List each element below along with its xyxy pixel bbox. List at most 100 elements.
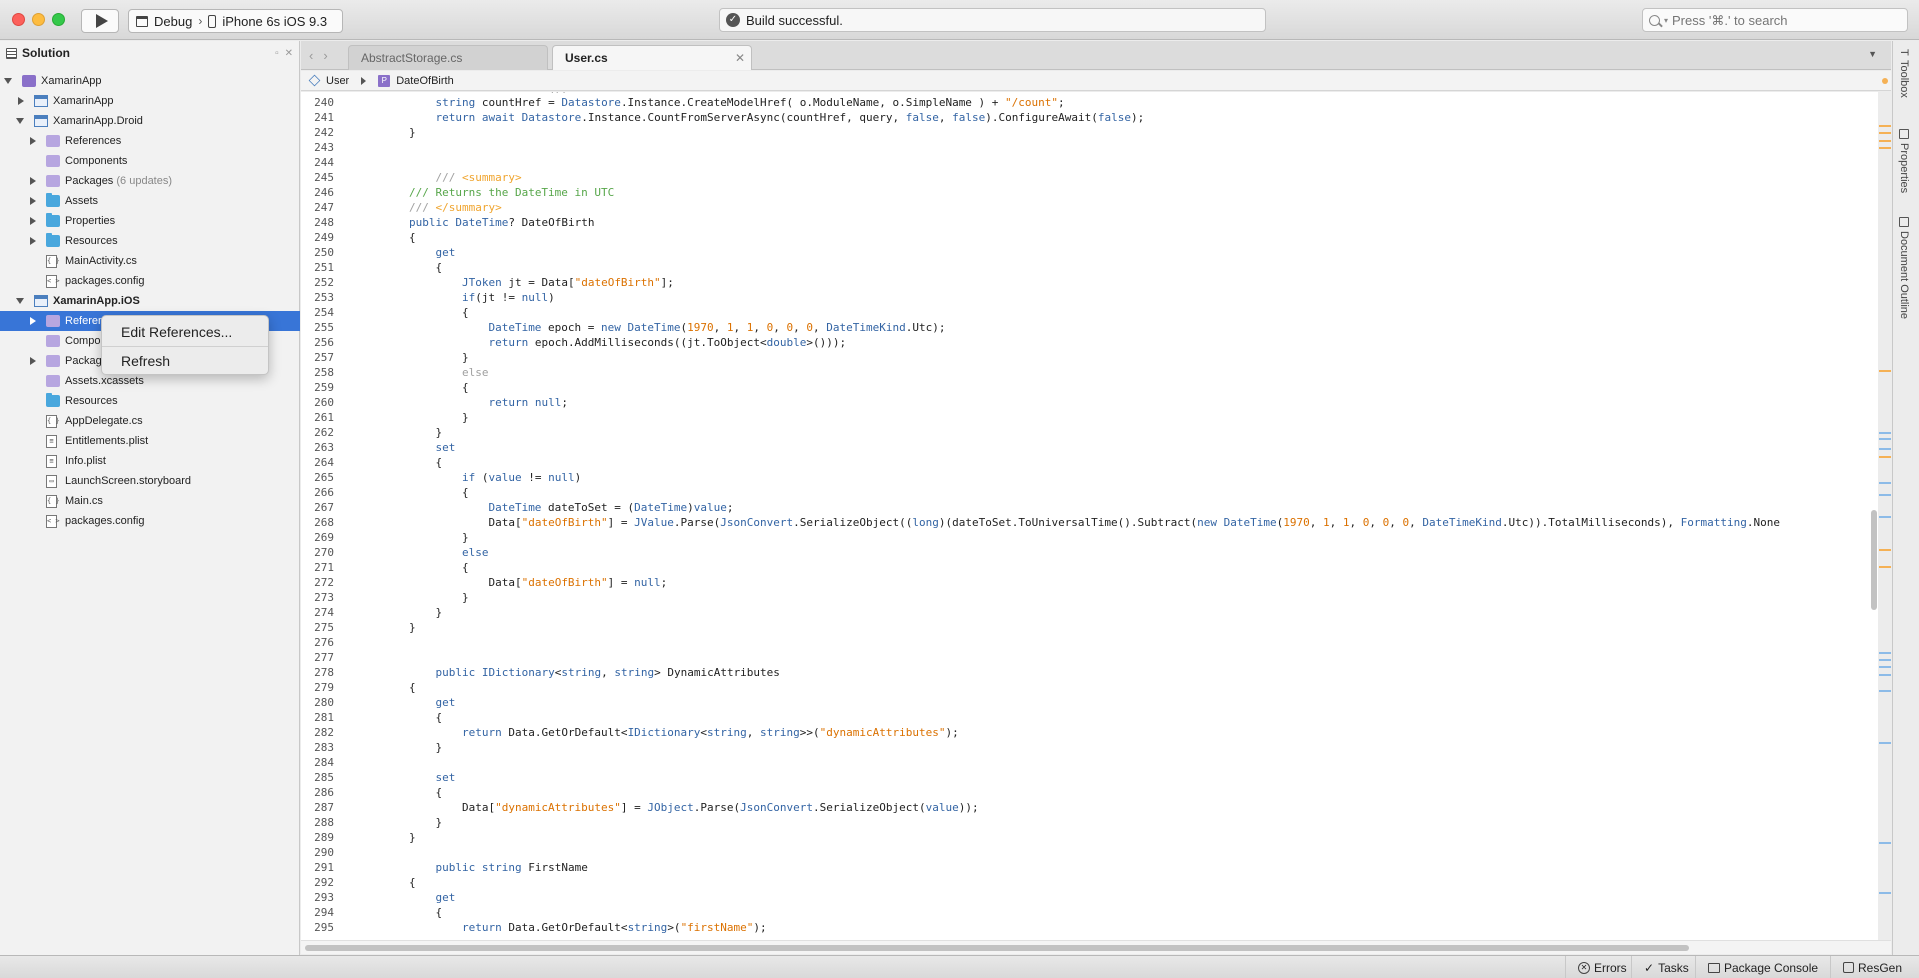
close-pad-icon[interactable]: ✕	[285, 48, 293, 59]
code-line[interactable]: 274 }	[301, 605, 1878, 620]
disclosure-closed-icon[interactable]	[18, 97, 24, 105]
code-line[interactable]: 267 DateTime dateToSet = (DateTime)value…	[301, 500, 1878, 515]
code-line[interactable]: 261 }	[301, 410, 1878, 425]
code-line[interactable]: 250 get	[301, 245, 1878, 260]
code-line[interactable]: 276	[301, 635, 1878, 650]
code-line[interactable]: 241 return await Datastore.Instance.Coun…	[301, 110, 1878, 125]
code-line[interactable]: 271 {	[301, 560, 1878, 575]
package-console-button[interactable]: Package Console	[1695, 956, 1830, 978]
code-line[interactable]: 262 }	[301, 425, 1878, 440]
editor-vertical-scrollbar[interactable]	[1871, 510, 1877, 610]
code-line[interactable]: 293 get	[301, 890, 1878, 905]
disclosure-closed-icon[interactable]	[30, 177, 36, 185]
code-line[interactable]: 263 set	[301, 440, 1878, 455]
tree-item[interactable]: < > packages.config	[0, 271, 300, 291]
editor-horizontal-scrollbar[interactable]	[305, 945, 1689, 951]
tree-item[interactable]: References	[0, 131, 300, 151]
code-line[interactable]: 254 {	[301, 305, 1878, 320]
code-line[interactable]: 245 /// <summary>	[301, 170, 1878, 185]
tree-item[interactable]: XamarinApp.iOS	[0, 291, 300, 311]
code-line[interactable]: 269 }	[301, 530, 1878, 545]
disclosure-open-icon[interactable]	[16, 118, 24, 124]
code-line[interactable]: 282 return Data.GetOrDefault<IDictionary…	[301, 725, 1878, 740]
tree-item[interactable]: { } AppDelegate.cs	[0, 411, 300, 431]
code-line[interactable]: 285 set	[301, 770, 1878, 785]
code-line[interactable]: 287 Data["dynamicAttributes"] = JObject.…	[301, 800, 1878, 815]
tab-overflow-icon[interactable]: ▼	[1868, 49, 1877, 59]
code-line[interactable]: 266 {	[301, 485, 1878, 500]
disclosure-open-icon[interactable]	[4, 78, 12, 84]
code-line[interactable]: 275 }	[301, 620, 1878, 635]
code-line[interactable]: 278 public IDictionary<string, string> D…	[301, 665, 1878, 680]
code-line[interactable]: 246 /// Returns the DateTime in UTC	[301, 185, 1878, 200]
configuration-selector[interactable]: Debug › iPhone 6s iOS 9.3	[128, 9, 343, 33]
resgen-button[interactable]: ResGen	[1830, 956, 1919, 978]
code-line[interactable]: 244	[301, 155, 1878, 170]
tree-item[interactable]: XamarinApp	[0, 71, 300, 91]
code-line[interactable]: 265 if (value != null)	[301, 470, 1878, 485]
code-line[interactable]: 259 {	[301, 380, 1878, 395]
code-line[interactable]: 284	[301, 755, 1878, 770]
tab-abstractstorage[interactable]: AbstractStorage.cs	[348, 45, 548, 70]
code-line[interactable]: 248 public DateTime? DateOfBirth	[301, 215, 1878, 230]
tree-item[interactable]: XamarinApp.Droid	[0, 111, 300, 131]
code-line[interactable]: 243	[301, 140, 1878, 155]
maximize-window-button[interactable]	[52, 13, 65, 26]
edit-references-menu-item[interactable]: Edit References...	[102, 320, 268, 344]
tree-item[interactable]: { } MainActivity.cs	[0, 251, 300, 271]
code-line[interactable]: 253 if(jt != null)	[301, 290, 1878, 305]
code-line[interactable]: 264 {	[301, 455, 1878, 470]
code-line[interactable]: 280 get	[301, 695, 1878, 710]
overview-ruler[interactable]	[1879, 78, 1891, 940]
tree-item[interactable]: ≡ Info.plist	[0, 451, 300, 471]
code-line[interactable]: 249 {	[301, 230, 1878, 245]
tree-item[interactable]: Packages (6 updates)	[0, 171, 300, 191]
tree-item[interactable]: ▭ LaunchScreen.storyboard	[0, 471, 300, 491]
code-line[interactable]: 260 return null;	[301, 395, 1878, 410]
code-line[interactable]: 247 /// </summary>	[301, 200, 1878, 215]
code-line[interactable]: 268 Data["dateOfBirth"] = JValue.Parse(J…	[301, 515, 1878, 530]
code-line[interactable]: 257 }	[301, 350, 1878, 365]
tree-item[interactable]: Properties	[0, 211, 300, 231]
code-line[interactable]: 273 }	[301, 590, 1878, 605]
breadcrumb-class[interactable]: User	[326, 75, 349, 87]
code-line[interactable]: 288 }	[301, 815, 1878, 830]
run-button[interactable]	[81, 9, 119, 33]
disclosure-closed-icon[interactable]	[30, 197, 36, 205]
search-input[interactable]	[1672, 12, 1893, 28]
code-line[interactable]: 258 else	[301, 365, 1878, 380]
close-tab-icon[interactable]: ✕	[735, 46, 745, 70]
code-line[interactable]: 251 {	[301, 260, 1878, 275]
tree-item[interactable]: { } Main.cs	[0, 491, 300, 511]
code-line[interactable]: 286 {	[301, 785, 1878, 800]
errors-button[interactable]: ✕ Errors	[1565, 956, 1631, 978]
code-line[interactable]: 256 return epoch.AddMilliseconds((jt.ToO…	[301, 335, 1878, 350]
properties-pad-button[interactable]: Properties	[1898, 129, 1910, 193]
search-box[interactable]: ▾	[1642, 8, 1908, 32]
close-window-button[interactable]	[12, 13, 25, 26]
disclosure-closed-icon[interactable]	[30, 137, 36, 145]
tree-item[interactable]: Resources	[0, 231, 300, 251]
tree-item[interactable]: XamarinApp	[0, 91, 300, 111]
code-line[interactable]: 255 DateTime epoch = new DateTime(1970, …	[301, 320, 1878, 335]
code-line[interactable]: 283 }	[301, 740, 1878, 755]
code-editor[interactable]: 239 User u = new User();240 string count…	[301, 92, 1878, 940]
forward-arrow-icon[interactable]: ›	[323, 48, 327, 63]
code-line[interactable]: 290	[301, 845, 1878, 860]
back-arrow-icon[interactable]: ‹	[309, 48, 313, 63]
tree-item[interactable]: ≡ Entitlements.plist	[0, 431, 300, 451]
minimize-window-button[interactable]	[32, 13, 45, 26]
code-line[interactable]: 252 JToken jt = Data["dateOfBirth"];	[301, 275, 1878, 290]
code-line[interactable]: 242 }	[301, 125, 1878, 140]
document-outline-pad-button[interactable]: Document Outline	[1898, 217, 1910, 319]
code-line[interactable]: 291 public string FirstName	[301, 860, 1878, 875]
code-line[interactable]: 270 else	[301, 545, 1878, 560]
tree-item[interactable]: Components	[0, 151, 300, 171]
disclosure-closed-icon[interactable]	[30, 357, 36, 365]
code-line[interactable]: 277	[301, 650, 1878, 665]
code-line[interactable]: 272 Data["dateOfBirth"] = null;	[301, 575, 1878, 590]
tree-item[interactable]: Resources	[0, 391, 300, 411]
code-line[interactable]: 294 {	[301, 905, 1878, 920]
disclosure-closed-icon[interactable]	[30, 217, 36, 225]
refresh-menu-item[interactable]: Refresh	[102, 349, 268, 373]
